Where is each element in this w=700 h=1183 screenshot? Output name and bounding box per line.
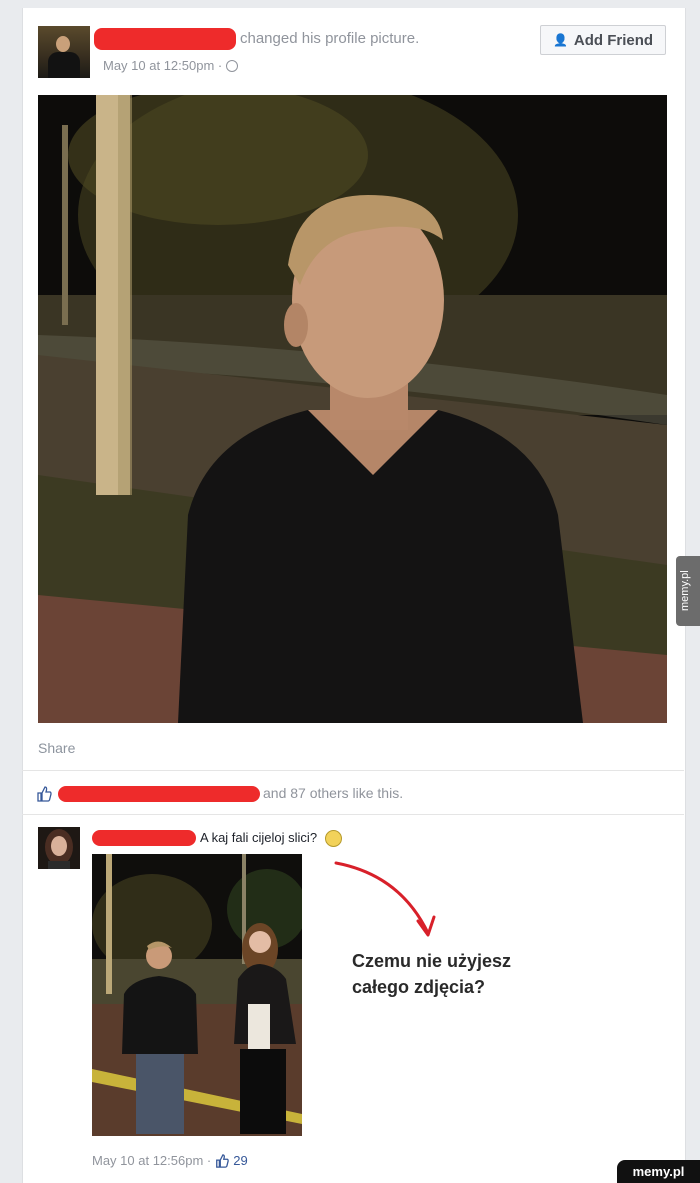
comment-timestamp[interactable]: May 10 at 12:56pm · bbox=[92, 1153, 211, 1168]
post-action-text: changed his profile picture. bbox=[240, 30, 420, 47]
comment-photo[interactable] bbox=[92, 854, 302, 1136]
comment-like-count[interactable]: 29 bbox=[233, 1153, 247, 1168]
annotation-line-1: Czemu nie użyjesz bbox=[352, 951, 512, 971]
redacted-poster-name bbox=[94, 28, 236, 50]
likes-summary[interactable]: and 87 others like this. bbox=[263, 785, 403, 801]
likes-divider bbox=[22, 814, 684, 815]
redacted-likers bbox=[58, 786, 260, 802]
comment-photo-image bbox=[92, 854, 302, 1136]
watermark-side-text: memy.pl bbox=[679, 570, 691, 611]
add-friend-icon: 👤 bbox=[552, 33, 568, 47]
watermark-bottom: memy.pl bbox=[617, 1160, 700, 1183]
profile-photo[interactable] bbox=[38, 95, 667, 723]
watermark-side: memy.pl bbox=[676, 556, 700, 626]
comment-body: A kaj fali cijeloj slici? bbox=[200, 830, 342, 848]
post-timestamp-text[interactable]: May 10 at 12:50pm · bbox=[103, 58, 222, 73]
actions-divider bbox=[22, 770, 684, 771]
commenter-avatar-image bbox=[38, 827, 80, 869]
commenter-avatar[interactable] bbox=[38, 827, 80, 869]
globe-icon bbox=[226, 59, 239, 72]
laughing-emoji-icon bbox=[324, 830, 342, 848]
add-friend-label: Add Friend bbox=[573, 31, 654, 49]
post-timestamp[interactable]: May 10 at 12:50pm · bbox=[103, 58, 239, 73]
like-thumb-icon bbox=[37, 786, 52, 802]
red-arrow-annotation bbox=[334, 861, 436, 937]
annotation-text: Czemu nie użyjesz całego zdjęcia? bbox=[352, 948, 511, 1000]
redacted-commenter-name bbox=[92, 830, 196, 846]
profile-photo-image bbox=[38, 95, 667, 723]
add-friend-button[interactable]: 👤 Add Friend bbox=[540, 25, 666, 55]
comment-like-icon[interactable] bbox=[215, 1153, 230, 1168]
comment-meta: May 10 at 12:56pm · 29 bbox=[92, 1153, 248, 1168]
annotation-line-2: całego zdjęcia? bbox=[352, 977, 486, 997]
share-link[interactable]: Share bbox=[38, 740, 75, 756]
poster-avatar[interactable] bbox=[38, 26, 90, 78]
comment-text: A kaj fali cijeloj slici? bbox=[200, 830, 318, 845]
